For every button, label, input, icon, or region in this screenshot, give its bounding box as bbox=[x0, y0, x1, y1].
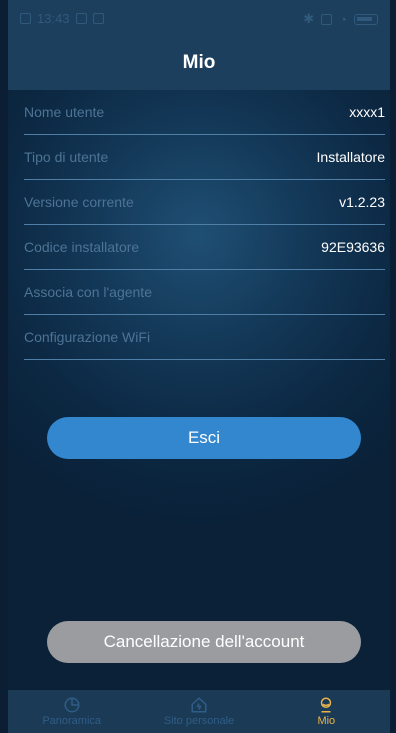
row-label: Versione corrente bbox=[24, 194, 134, 210]
row-label: Nome utente bbox=[24, 104, 105, 120]
phone-screen: 13:43 ✱ ◔ Mio Nome utente xxxx1 Tipo di … bbox=[8, 0, 390, 733]
row-user-type: Tipo di utente Installatore bbox=[24, 135, 385, 180]
row-label: Configurazione WiFi bbox=[24, 329, 151, 345]
row-label: Codice installatore bbox=[24, 239, 140, 255]
row-value: 92E93636 bbox=[321, 239, 385, 255]
home-icon bbox=[191, 697, 207, 713]
logout-button[interactable]: Esci bbox=[47, 417, 361, 459]
page-title: Mio bbox=[182, 52, 216, 73]
row-username: Nome utente xxxx1 bbox=[24, 90, 385, 135]
tab-personal-site[interactable]: Sito personale bbox=[135, 690, 262, 733]
bluetooth-icon: ✱ bbox=[303, 11, 315, 26]
message-icon bbox=[75, 13, 87, 24]
tab-overview[interactable]: Panoramica bbox=[8, 690, 135, 733]
notification-icon bbox=[20, 13, 31, 24]
row-associate-agent[interactable]: Associa con l'agente bbox=[24, 270, 385, 315]
tab-mine[interactable]: Mio bbox=[263, 690, 390, 733]
tab-label: Sito personale bbox=[163, 715, 235, 727]
tab-label: Panoramica bbox=[42, 715, 102, 727]
row-value: Installatore bbox=[316, 149, 385, 165]
pie-chart-icon bbox=[64, 697, 80, 713]
wifi-icon: ◔ bbox=[339, 11, 347, 27]
user-icon bbox=[321, 697, 332, 713]
status-bar: 13:43 ✱ ◔ bbox=[8, 0, 390, 36]
row-version: Versione corrente v1.2.23 bbox=[24, 180, 385, 225]
battery-icon bbox=[354, 13, 378, 25]
signal-icon bbox=[321, 13, 333, 25]
row-value: v1.2.23 bbox=[339, 194, 385, 210]
tab-label: Mio bbox=[317, 715, 336, 727]
delete-account-button[interactable]: Cancellazione dell'account bbox=[47, 621, 361, 663]
row-wifi-config[interactable]: Configurazione WiFi bbox=[24, 315, 385, 360]
row-installer-code: Codice installatore 92E93636 bbox=[24, 225, 385, 270]
page-header: Mio bbox=[8, 36, 390, 90]
row-label: Associa con l'agente bbox=[24, 284, 152, 300]
status-time: 13:43 bbox=[37, 11, 70, 26]
info-list: Nome utente xxxx1 Tipo di utente Install… bbox=[24, 90, 385, 360]
tab-bar: Panoramica Sito personale Mio bbox=[8, 690, 390, 733]
row-label: Tipo di utente bbox=[24, 149, 109, 165]
app-icon bbox=[92, 13, 104, 24]
row-value: xxxx1 bbox=[349, 104, 385, 120]
